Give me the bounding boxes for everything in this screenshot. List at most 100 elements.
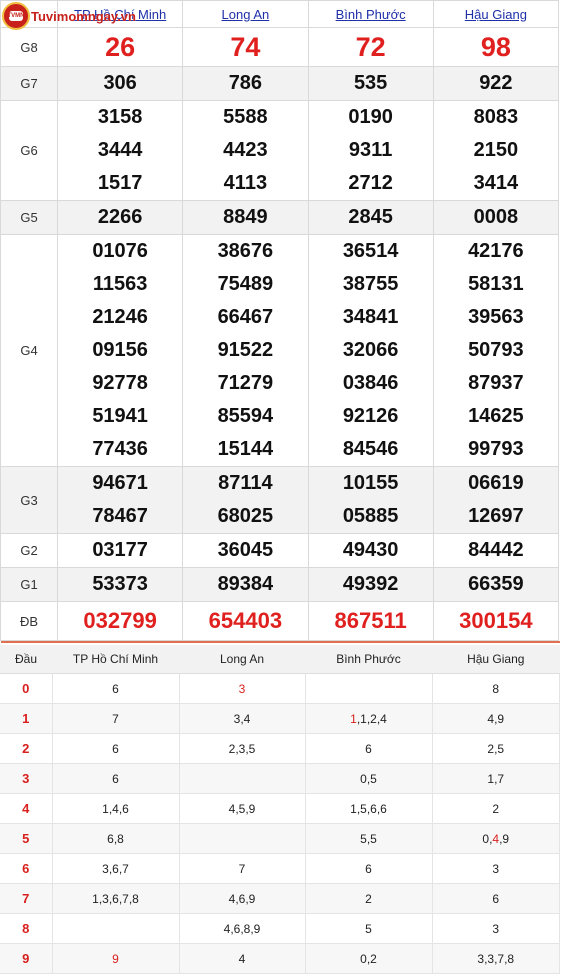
- loto-tail-text: 4: [238, 951, 246, 966]
- prize-row: G8 26 74 72 98: [0, 27, 560, 67]
- loto-tail-cell: [179, 763, 306, 794]
- prize-cell: 0190 9311 2712: [307, 100, 434, 201]
- loto-tail-cell: [52, 913, 180, 944]
- loto-tail-cell: 2,3,5: [179, 733, 306, 764]
- prize-number: 49430: [342, 539, 399, 561]
- loto-tail-text: 3: [238, 681, 246, 696]
- loto-province: Hậu Giang: [432, 645, 560, 674]
- lottery-results-table: TP Hồ Chí Minh Long An Bình Phước Hậu Gi…: [0, 0, 560, 641]
- prize-number: 66467: [217, 306, 274, 328]
- prize-number: 58131: [468, 273, 524, 295]
- logo-badge-icon: TVMN: [2, 2, 30, 30]
- prize-row: G3 94671 78467 87114 68025 10155 05885 06619 126…: [0, 466, 560, 534]
- prize-number: 92778: [92, 372, 148, 394]
- prize-number: 39563: [468, 306, 524, 328]
- loto-tail-text: 2,3,5: [228, 741, 256, 756]
- loto-tail-cell: 0,4,9: [432, 823, 560, 854]
- loto-tail-text: 6: [365, 741, 372, 756]
- loto-row: 3 6 0,5 1,7: [0, 763, 560, 794]
- prize-number: 75489: [217, 273, 274, 295]
- loto-tail-cell: 6: [52, 733, 180, 764]
- loto-head-digit: 8: [0, 913, 53, 944]
- prize-number: 2845: [348, 206, 393, 228]
- prize-number: 78467: [92, 505, 148, 527]
- prize-cell: 2845: [307, 200, 434, 235]
- loto-tail-cell: 4,6,9: [179, 883, 306, 914]
- loto-tail-text: 3,3,7,8: [477, 951, 515, 966]
- prize-number: 922: [479, 72, 513, 94]
- prize-number: 50793: [468, 339, 524, 361]
- loto-tail-cell: 3,4: [179, 703, 306, 734]
- prize-number: 49392: [342, 573, 399, 595]
- prize-number: 10155: [342, 472, 399, 494]
- loto-tail-text: 2,5: [487, 741, 505, 756]
- prize-cell: 38676 75489 66467 91522 71279 85594 15144: [182, 234, 309, 467]
- province-link[interactable]: Long An: [222, 7, 270, 22]
- prize-cell: 300154: [432, 601, 560, 641]
- loto-tail-text: 6,8: [107, 831, 124, 846]
- prize-number: 05885: [342, 505, 399, 527]
- prize-number: 36514: [342, 240, 399, 262]
- site-logo[interactable]: TVMN Tuvimomngay.vn: [2, 2, 136, 30]
- prize-number: 9311: [348, 139, 393, 161]
- prize-number: 84546: [342, 438, 399, 460]
- prize-cell: 654403: [182, 601, 309, 641]
- loto-tail-text: 3: [492, 861, 500, 876]
- results-bottom-border: [1, 641, 560, 643]
- loto-row: 6 3,6,7 7 6 3: [0, 853, 560, 884]
- loto-row: 2 6 2,3,5 6 2,5: [0, 733, 560, 764]
- province-link[interactable]: Hậu Giang: [465, 7, 527, 22]
- loto-tail-text: 0,5: [360, 771, 377, 786]
- loto-tail-cell: 4,6,8,9: [179, 913, 306, 944]
- loto-head-digit: 5: [0, 823, 53, 854]
- prize-number: 91522: [217, 339, 274, 361]
- loto-tail-cell: 1,5,6,6: [305, 793, 433, 824]
- loto-head-digit: 4: [0, 793, 53, 824]
- prize-cell: 8083 2150 3414: [432, 100, 560, 201]
- loto-row: 0 6 3 8: [0, 673, 560, 704]
- prize-number: 2266: [97, 206, 143, 228]
- prize-label: G6: [0, 100, 58, 201]
- loto-tail-text: 6: [365, 861, 372, 876]
- prize-row: G4 01076 11563 21246 09156 92778 51941 77436 386…: [0, 234, 560, 467]
- loto-tail-cell: 6: [305, 853, 433, 884]
- loto-row: 4 1,4,6 4,5,9 1,5,6,6 2: [0, 793, 560, 824]
- prize-label: G1: [0, 567, 58, 602]
- prize-number: 42176: [468, 240, 524, 262]
- prize-cell: 3158 3444 1517: [56, 100, 184, 201]
- prize-cell: 01076 11563 21246 09156 92778 51941 77436: [56, 234, 184, 467]
- loto-tail-cell: 4,5,9: [179, 793, 306, 824]
- prize-cell: 306: [56, 66, 184, 101]
- prize-number: 32066: [342, 339, 399, 361]
- loto-tail-cell: 1,4,6: [52, 793, 180, 824]
- prize-number: 66359: [468, 573, 524, 595]
- prize-number: 0190: [348, 106, 393, 128]
- prize-cell: 89384: [182, 567, 309, 602]
- loto-tail-cell: 8: [432, 673, 560, 704]
- loto-head-digit: 2: [0, 733, 53, 764]
- prize-cell: 2266: [56, 200, 184, 235]
- prize-number: 300154: [459, 608, 533, 633]
- loto-tail-cell: 4,9: [432, 703, 560, 734]
- loto-tail-text: 6: [492, 891, 500, 906]
- loto-tail-text: 3,4: [233, 711, 251, 726]
- loto-header-row: Đầu TP Hồ Chí Minh Long An Bình Phước Hậ…: [0, 645, 560, 674]
- prize-cell: 786: [182, 66, 309, 101]
- prize-label: G2: [0, 533, 58, 568]
- loto-row: 8 4,6,8,9 5 3: [0, 913, 560, 944]
- loto-province: Bình Phước: [305, 645, 432, 674]
- prize-number: 3414: [473, 172, 519, 194]
- prize-cell: 5588 4423 4113: [182, 100, 309, 201]
- prize-cell: 49392: [307, 567, 434, 602]
- prize-cell: 06619 12697: [432, 466, 560, 534]
- prize-number: 2150: [473, 139, 519, 161]
- loto-tail-cell: 6: [432, 883, 560, 914]
- loto-head-digit: 0: [0, 673, 53, 704]
- loto-head-table: Đầu TP Hồ Chí Minh Long An Bình Phước Hậ…: [0, 645, 560, 974]
- province-link[interactable]: Bình Phước: [336, 7, 406, 22]
- prize-number: 85594: [217, 405, 274, 427]
- loto-tail-text: 2: [365, 891, 372, 906]
- prize-number: 4113: [223, 172, 268, 194]
- prize-number: 84442: [468, 539, 524, 561]
- prize-number: 14625: [468, 405, 524, 427]
